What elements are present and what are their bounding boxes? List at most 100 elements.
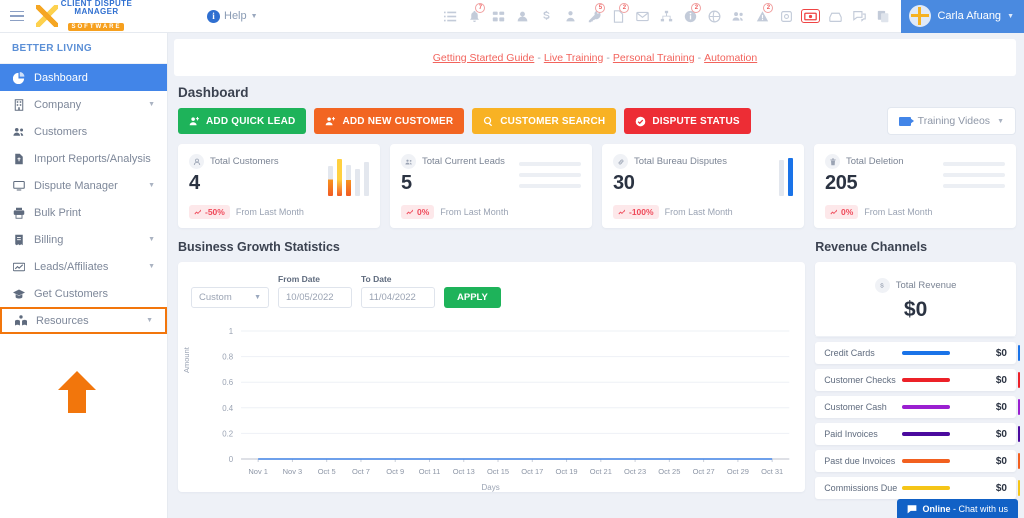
chart-x-tick-label: Oct 25 [658, 467, 681, 476]
sidebar-label: Dashboard [34, 71, 88, 84]
users-icon[interactable] [726, 3, 750, 29]
sitemap-icon[interactable] [486, 3, 510, 29]
user-tie-icon[interactable] [558, 3, 582, 29]
revenue-row-amount: $0 [995, 347, 1007, 359]
customer-search-button[interactable]: CUSTOMER SEARCH [472, 108, 617, 134]
sidebar-company-name: BETTER LIVING [0, 33, 167, 64]
menu-toggle-icon[interactable] [0, 10, 34, 22]
chart-y-tick-labels: 0 0.2 0.4 0.6 0.8 1 [222, 327, 234, 464]
sidebar-item-customers[interactable]: Customers [0, 118, 167, 145]
inbox-icon[interactable] [823, 3, 847, 29]
placeholder-lines [519, 162, 581, 188]
to-date-input[interactable]: 11/04/2022 [361, 287, 435, 308]
revenue-row[interactable]: Commissions Due $0 [815, 477, 1020, 499]
info-circle-icon[interactable]: 2 [678, 3, 702, 29]
revenue-row[interactable]: Customer Cash $0 [815, 396, 1020, 418]
main-content: Getting Started Guide - Live Training - … [168, 33, 1024, 518]
dollar-icon[interactable] [534, 3, 558, 29]
bell-icon[interactable]: 7 [462, 3, 486, 29]
user-plus-icon [189, 116, 200, 125]
help-menu[interactable]: i Help ▼ [207, 9, 258, 23]
training-videos-dropdown[interactable]: Training Videos ▼ [886, 107, 1016, 135]
annotation-arrow-icon [58, 371, 96, 413]
chat-icon [908, 504, 917, 513]
sidebar-label: Import Reports/Analysis [34, 152, 151, 165]
status-badge: 0% [401, 205, 435, 219]
sidebar-item-company[interactable]: Company ▼ [0, 91, 167, 118]
chart-x-tick-label: Oct 9 [386, 467, 405, 476]
lower-section: Business Growth Statistics Custom ▼ From… [178, 240, 1020, 504]
link-personal-training[interactable]: Personal Training [613, 52, 695, 64]
link-automation[interactable]: Automation [704, 52, 757, 64]
book-reader-icon [14, 314, 27, 327]
button-label: ADD QUICK LEAD [206, 115, 296, 127]
stat-change: 0% [841, 207, 854, 217]
app-logo[interactable]: CLIENT DISPUTE MANAGER SOFTWARE [34, 0, 139, 31]
chart-x-tick-label: Oct 27 [692, 467, 715, 476]
revenue-row-bar [902, 351, 951, 355]
chart-x-tick-label: Oct 29 [726, 467, 749, 476]
sidebar-item-bulk-print[interactable]: Bulk Print [0, 199, 167, 226]
placeholder-lines [943, 162, 1005, 188]
comments-icon[interactable] [847, 3, 871, 29]
add-quick-lead-button[interactable]: ADD QUICK LEAD [178, 108, 307, 134]
range-select-value: Custom [199, 292, 232, 303]
sidebar-item-resources[interactable]: Resources ▼ [0, 307, 167, 334]
list-icon[interactable]: 7 [438, 3, 462, 29]
link-separator: - [537, 51, 541, 64]
file-icon[interactable]: 2 [606, 3, 630, 29]
archive-icon[interactable] [774, 3, 798, 29]
chart-x-tick-label: Oct 19 [555, 467, 578, 476]
chart-x-tick-label: Oct 17 [521, 467, 544, 476]
from-date-input[interactable]: 10/05/2022 [278, 287, 352, 308]
chat-text: - Chat with us [950, 503, 1008, 514]
user-menu[interactable]: Carla Afuang ▼ [901, 0, 1024, 33]
sidebar-item-import-reports[interactable]: Import Reports/Analysis [0, 145, 167, 172]
revenue-row[interactable]: Credit Cards $0 [815, 342, 1020, 364]
revenue-row[interactable]: Past due Invoices $0 [815, 450, 1020, 472]
warning-badge: 2 [763, 3, 774, 13]
envelope-icon[interactable] [630, 3, 654, 29]
sidebar-item-billing[interactable]: Billing ▼ [0, 226, 167, 253]
button-label: DISPUTE STATUS [652, 115, 740, 127]
hierarchy-icon[interactable] [654, 3, 678, 29]
sidebar-item-get-customers[interactable]: Get Customers [0, 280, 167, 307]
copy-icon[interactable] [871, 3, 895, 29]
chart-x-tick-label: Oct 11 [418, 467, 441, 476]
revenue-row-bar [902, 378, 951, 382]
revenue-row-amount: $0 [995, 374, 1007, 386]
sidebar-item-dispute-manager[interactable]: Dispute Manager ▼ [0, 172, 167, 199]
bell-badge: 7 [475, 3, 486, 13]
chart-x-axis-label: Days [481, 483, 500, 492]
revenue-row[interactable]: Customer Checks $0 [815, 369, 1020, 391]
apply-button[interactable]: APPLY [444, 287, 501, 308]
sidebar-item-leads-affiliates[interactable]: Leads/Affiliates ▼ [0, 253, 167, 280]
status-badge: -100% [613, 205, 659, 219]
growth-controls: Custom ▼ From Date 10/05/2022 To Date 11… [178, 262, 805, 317]
revenue-row-bar [902, 459, 951, 463]
sidebar-label: Get Customers [34, 287, 108, 300]
growth-panel: Custom ▼ From Date 10/05/2022 To Date 11… [178, 262, 806, 492]
key-icon[interactable]: 5 [582, 3, 606, 29]
user-icon[interactable] [510, 3, 534, 29]
link-getting-started-guide[interactable]: Getting Started Guide [433, 52, 535, 64]
chat-widget[interactable]: Online - Chat with us [897, 499, 1018, 518]
warning-icon[interactable]: 2 [750, 3, 774, 29]
range-select[interactable]: Custom ▼ [191, 287, 269, 308]
stat-change: -50% [205, 207, 225, 217]
revenue-row[interactable]: Paid Invoices $0 [815, 423, 1020, 445]
top-bar: CLIENT DISPUTE MANAGER SOFTWARE i Help ▼… [0, 0, 1024, 33]
user-icon [189, 154, 204, 169]
revenue-row-bar [902, 486, 951, 490]
revenue-row-name: Paid Invoices [824, 429, 878, 439]
trend-icon [194, 209, 201, 215]
add-new-customer-button[interactable]: ADD NEW CUSTOMER [314, 108, 465, 134]
globe-icon[interactable] [702, 3, 726, 29]
revenue-row-name: Customer Cash [824, 402, 887, 412]
money-icon[interactable] [801, 9, 821, 23]
revenue-row-amount: $0 [995, 455, 1007, 467]
link-live-training[interactable]: Live Training [544, 52, 604, 64]
sidebar-item-dashboard[interactable]: Dashboard [0, 64, 167, 91]
dispute-status-button[interactable]: DISPUTE STATUS [624, 108, 751, 134]
chart-line-icon [12, 261, 25, 273]
